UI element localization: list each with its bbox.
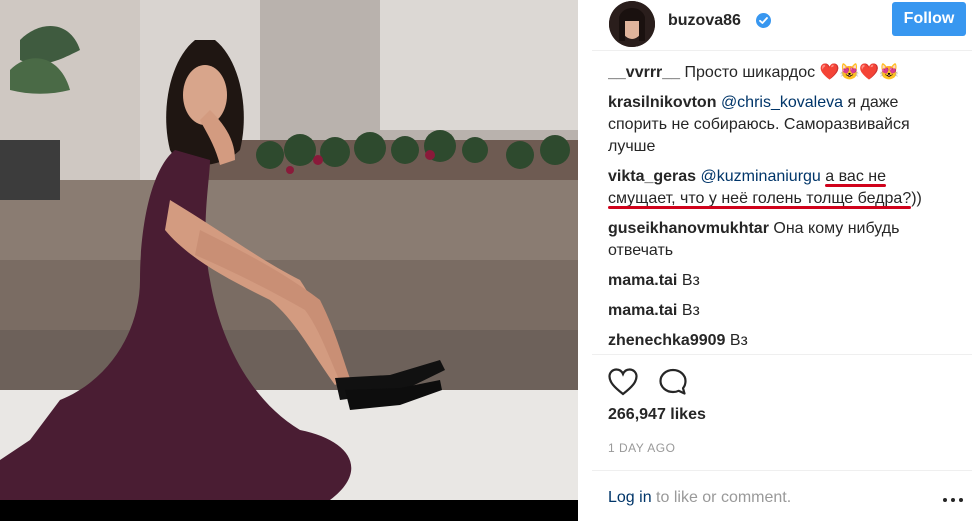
comment-text: ))	[911, 190, 922, 207]
comment-username[interactable]: krasilnikovton	[608, 94, 716, 111]
verified-badge-icon	[756, 13, 771, 28]
comment-item: krasilnikovton @chris_kovaleva я даже сп…	[608, 92, 953, 158]
more-dots-icon[interactable]	[942, 492, 964, 510]
comment-emoji: ❤️😻❤️😻	[819, 64, 900, 81]
comment-item: vikta_geras @kuzminaniurgu а вас не смуща…	[608, 166, 953, 210]
comment-item: zhenechka9909 Вз	[608, 330, 953, 352]
login-link[interactable]: Log in	[608, 489, 652, 506]
comment-mention[interactable]: @chris_kovaleva	[721, 94, 843, 111]
follow-button[interactable]: Follow	[892, 2, 966, 36]
comment-username[interactable]: __vvrrr__	[608, 64, 680, 81]
username[interactable]: buzova86	[668, 12, 741, 30]
comments-divider	[592, 354, 972, 355]
heart-icon[interactable]	[608, 368, 638, 401]
post-header: buzova86 Follow	[578, 0, 972, 50]
comment-mention[interactable]: @kuzminaniurgu	[701, 168, 821, 185]
red-underline	[608, 206, 912, 209]
post-timestamp[interactable]: 1 DAY AGO	[608, 441, 675, 455]
comment-text: а вас не	[825, 168, 887, 185]
comment-text: Просто шикардос	[680, 64, 820, 81]
comment-bubble-icon[interactable]	[658, 368, 688, 401]
photo-bottom-strip	[0, 500, 578, 521]
comment-username[interactable]: vikta_geras	[608, 168, 696, 185]
login-prompt: Log in to like or comment.	[608, 489, 791, 507]
comment-item: mama.tai Вз	[608, 300, 953, 322]
login-prompt-text: to like or comment.	[651, 489, 792, 506]
avatar[interactable]	[609, 1, 655, 47]
comment-item: guseikhanovmukhtar Она кому нибудь отвеч…	[608, 218, 953, 262]
comment-username[interactable]: guseikhanovmukhtar	[608, 220, 769, 237]
highlighted-text-2: смущает, что у неё голень толще бедра?	[608, 190, 912, 209]
red-underline	[825, 184, 887, 187]
comment-list[interactable]: __vvrrr__ Просто шикардос ❤️😻❤️😻 krasiln…	[608, 62, 953, 352]
post-photo	[0, 0, 578, 500]
comment-username[interactable]: zhenechka9909	[608, 332, 725, 349]
comment-username[interactable]: mama.tai	[608, 302, 677, 319]
comment-text: смущает, что у неё голень толще бедра?	[608, 190, 912, 207]
footer-divider	[592, 470, 972, 471]
header-divider	[592, 50, 972, 51]
comment-item: mama.tai Вз	[608, 270, 953, 292]
comment-item: __vvrrr__ Просто шикардос ❤️😻❤️😻	[608, 62, 953, 84]
comment-text: Вз	[681, 302, 700, 319]
comment-text: Вз	[681, 272, 700, 289]
like-count[interactable]: 266,947 likes	[608, 406, 706, 424]
post-side-panel: buzova86 Follow __vvrrr__ Просто шикардо…	[578, 0, 972, 521]
highlighted-text-1: а вас не	[825, 168, 887, 187]
comment-username[interactable]: mama.tai	[608, 272, 677, 289]
comment-text: Вз	[729, 332, 748, 349]
